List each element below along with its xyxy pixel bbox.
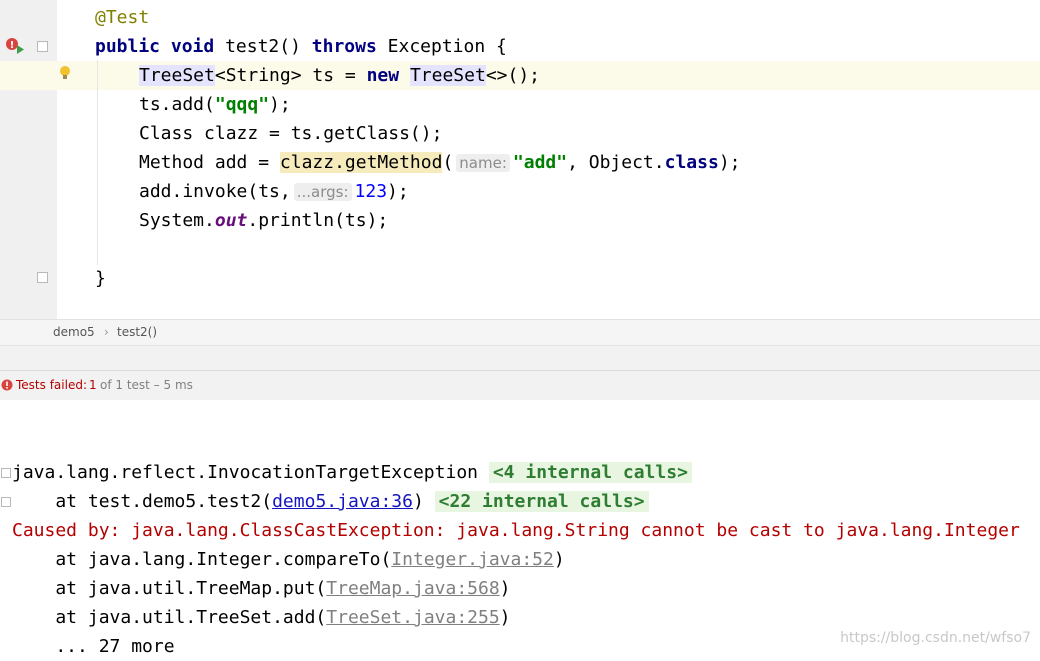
- call-end: );: [718, 152, 741, 173]
- keyword-throws: throws: [311, 36, 377, 57]
- keyword-void: void: [170, 36, 215, 57]
- keyword-public: public: [95, 36, 161, 57]
- expand-icon[interactable]: [1, 468, 11, 478]
- code-line-method-signature[interactable]: public void test2() throws Exception {: [95, 32, 507, 61]
- stack-frame-text: at java.lang.Integer.compareTo(: [12, 549, 392, 570]
- panel-divider: [0, 346, 1040, 370]
- system-class: System.: [139, 210, 215, 231]
- code-line-invoke[interactable]: add.invoke(ts, ...args: 123);: [139, 177, 409, 206]
- code-line-close-brace[interactable]: }: [95, 264, 106, 293]
- call-add: ts.add(: [139, 94, 215, 115]
- breadcrumb: demo5 › test2(): [0, 319, 1040, 346]
- watermark: https://blog.csdn.net/wfso7: [840, 630, 1031, 646]
- breadcrumb-class[interactable]: demo5: [53, 325, 95, 339]
- test-status-bar: Tests failed: 1 of 1 test – 5 ms: [0, 370, 1040, 401]
- console-line-exception: java.lang.reflect.InvocationTargetExcept…: [12, 458, 692, 487]
- call-end: );: [387, 181, 409, 202]
- stack-frame-end: ): [499, 607, 511, 628]
- call-end: );: [269, 94, 291, 115]
- indent-guide: [97, 60, 98, 265]
- console-line-more: ... 27 more: [12, 632, 175, 661]
- method-name: test2(): [214, 36, 312, 57]
- stack-frame-end: ): [412, 491, 424, 512]
- source-link[interactable]: Integer.java:52: [391, 549, 554, 570]
- statement-getclass: Class clazz = ts.getClass();: [139, 123, 443, 144]
- method-decl: Method add =: [139, 152, 280, 173]
- error-icon: [1, 379, 13, 391]
- console-line-caused-by: Caused by: java.lang.ClassCastException:…: [12, 516, 1020, 545]
- console-line-test2: at test.demo5.test2(demo5.java:36) <22 i…: [12, 487, 649, 516]
- code-line-treeset[interactable]: TreeSet<String> ts = new TreeSet<>();: [139, 61, 540, 90]
- stack-frame-end: ): [553, 549, 565, 570]
- folded-internal-calls[interactable]: <22 internal calls>: [434, 491, 649, 512]
- stack-frame-text: at java.util.TreeSet.add(: [12, 607, 327, 628]
- console-line-treeset-add: at java.util.TreeSet.add(TreeSet.java:25…: [12, 603, 511, 632]
- fold-end-marker-icon[interactable]: [37, 272, 48, 283]
- string-literal: "qqq": [214, 94, 270, 115]
- source-link[interactable]: demo5.java:36: [272, 491, 413, 512]
- caused-by-text: Caused by: java.lang.ClassCastException:…: [12, 520, 1020, 541]
- code-line-annotation[interactable]: @Test: [95, 3, 149, 32]
- code-line-getmethod[interactable]: Method add = clazz.getMethod(name: "add",…: [139, 148, 741, 177]
- stack-frame-text: at test.demo5.test2(: [12, 491, 273, 512]
- code-line-println[interactable]: System.out.println(ts);: [139, 206, 388, 235]
- paren: (: [442, 152, 454, 173]
- diamond-ctor: <>();: [485, 65, 540, 86]
- lightbulb-icon[interactable]: [59, 65, 71, 81]
- folded-internal-calls[interactable]: <4 internal calls>: [488, 462, 692, 483]
- static-field-out: out: [214, 210, 248, 231]
- failed-count: 1: [89, 378, 97, 392]
- exception-name: java.lang.reflect.InvocationTargetExcept…: [12, 462, 478, 483]
- code-line-getclass[interactable]: Class clazz = ts.getClass();: [139, 119, 442, 148]
- breadcrumb-method[interactable]: test2(): [117, 325, 157, 339]
- exception-type: Exception {: [376, 36, 507, 57]
- source-link[interactable]: TreeSet.java:255: [326, 607, 499, 628]
- stack-frame-text: at java.util.TreeMap.put(: [12, 578, 327, 599]
- breadcrumb-separator-icon: ›: [104, 325, 109, 339]
- type-treeset-ctor: TreeSet: [409, 65, 486, 86]
- call-println: .println(ts);: [247, 210, 389, 231]
- more-frames-text: ... 27 more: [12, 636, 175, 657]
- keyword-class: class: [664, 152, 719, 173]
- call-getmethod: clazz.getMethod: [279, 152, 443, 173]
- stack-frame-end: ): [499, 578, 511, 599]
- string-literal-add: "add": [512, 152, 568, 173]
- code-line-add[interactable]: ts.add("qqq");: [139, 90, 291, 119]
- fold-marker-icon[interactable]: [37, 41, 48, 52]
- object-arg: , Object.: [567, 152, 665, 173]
- keyword-new: new: [366, 65, 400, 86]
- variable-ts: ts =: [301, 65, 367, 86]
- param-hint-name: name:: [456, 154, 510, 172]
- closing-brace: }: [95, 268, 106, 289]
- annotation-token: @Test: [95, 7, 150, 28]
- param-hint-args: ...args:: [293, 183, 352, 201]
- number-literal: 123: [354, 181, 388, 202]
- code-editor[interactable]: ! @Test public void test2() throws Excep…: [0, 0, 1040, 319]
- expand-icon[interactable]: [1, 497, 11, 507]
- tests-failed-label: Tests failed:: [16, 378, 87, 392]
- test-failed-run-icon[interactable]: !: [5, 37, 25, 55]
- console-output[interactable]: java.lang.reflect.InvocationTargetExcept…: [0, 400, 1040, 659]
- console-line-treemap-put: at java.util.TreeMap.put(TreeMap.java:56…: [12, 574, 511, 603]
- generic-string: <String>: [214, 65, 302, 86]
- type-treeset: TreeSet: [139, 65, 215, 86]
- console-line-compareto: at java.lang.Integer.compareTo(Integer.j…: [12, 545, 565, 574]
- source-link[interactable]: TreeMap.java:568: [326, 578, 499, 599]
- call-invoke: add.invoke(ts,: [139, 181, 291, 202]
- test-detail: of 1 test – 5 ms: [100, 378, 193, 392]
- svg-text:!: !: [10, 40, 15, 51]
